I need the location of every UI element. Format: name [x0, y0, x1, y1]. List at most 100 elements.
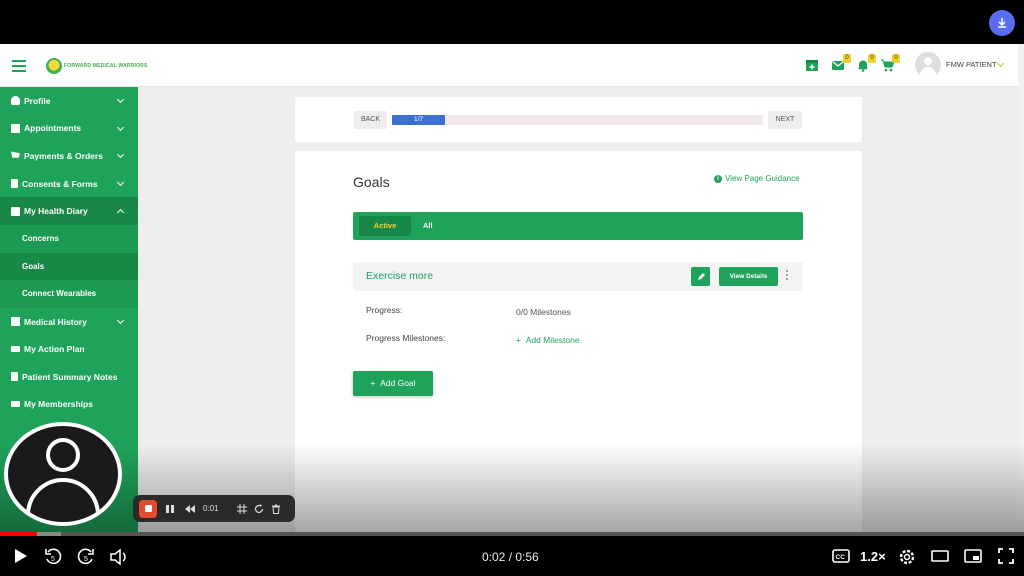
- chevron-down-icon: [116, 95, 125, 104]
- playback-speed[interactable]: 1.2×: [860, 549, 886, 564]
- replay-5-icon[interactable]: 5: [44, 548, 62, 566]
- clipboard-medical-icon: [11, 317, 20, 327]
- grid-icon[interactable]: [236, 503, 247, 514]
- theater-mode-icon[interactable]: [931, 548, 949, 564]
- page-title: Goals: [353, 174, 390, 190]
- volume-icon[interactable]: [109, 548, 129, 566]
- chevron-down-icon[interactable]: [996, 59, 1005, 68]
- trash-icon[interactable]: [271, 504, 281, 514]
- download-icon: [998, 18, 1006, 28]
- notifications-button[interactable]: 0: [856, 54, 876, 72]
- sidebar-item-label: Medical History: [24, 316, 87, 327]
- sidebar-item-medical-history[interactable]: Medical History: [0, 308, 138, 336]
- sidebar-item-label: Payments & Orders: [24, 150, 103, 161]
- chevron-down-icon: [116, 316, 125, 324]
- add-milestone-label: Add Milestone: [525, 335, 580, 345]
- sidebar-item-consents[interactable]: Consents & Forms: [0, 170, 138, 198]
- clipboard-icon: [11, 372, 18, 382]
- user-avatar[interactable]: [915, 52, 941, 78]
- cart-icon: [11, 151, 20, 158]
- sidebar-item-label: Patient Summary Notes: [22, 371, 118, 382]
- captions-icon[interactable]: CC: [832, 548, 850, 564]
- calendar-add-button[interactable]: [805, 58, 819, 72]
- hamburger-menu-icon[interactable]: [12, 60, 26, 72]
- sidebar-item-health-diary[interactable]: My Health Diary: [0, 197, 138, 225]
- add-milestone-button[interactable]: + Add Milestone: [516, 335, 580, 345]
- chevron-down-icon: [116, 178, 125, 186]
- edit-goal-button[interactable]: [691, 267, 710, 286]
- rewind-icon[interactable]: [184, 504, 196, 514]
- progress-value: 0/0 Milestones: [516, 307, 571, 317]
- video-top-bar: [0, 0, 1024, 44]
- webcam-bubble: [4, 422, 122, 526]
- sidebar-item-label: My Health Diary: [24, 206, 88, 217]
- chevron-down-icon: [116, 123, 125, 131]
- more-options-icon[interactable]: [786, 270, 789, 282]
- settings-gear-icon[interactable]: [898, 548, 916, 566]
- next-button[interactable]: NEXT: [768, 111, 802, 129]
- sidebar-item-label: Profile: [24, 95, 51, 106]
- avatar-body-icon: [26, 478, 100, 522]
- book-icon: [11, 206, 20, 216]
- view-guidance-link[interactable]: i View Page Guidance: [714, 174, 800, 183]
- document-icon: [11, 179, 18, 189]
- sidebar-item-appointments[interactable]: Appointments: [0, 115, 138, 143]
- cart-button[interactable]: 0: [880, 54, 900, 72]
- app-logo[interactable]: FORWARD MEDICAL WARRIORS: [46, 58, 148, 74]
- sidebar-subitem-concerns[interactable]: Concerns: [0, 224, 138, 253]
- svg-text:5: 5: [51, 556, 55, 563]
- goal-name[interactable]: Exercise more: [366, 270, 433, 282]
- pause-icon[interactable]: [165, 504, 175, 514]
- sidebar-item-label: Consents & Forms: [22, 178, 98, 189]
- play-icon[interactable]: [12, 548, 28, 564]
- calendar-icon: [11, 123, 20, 133]
- tab-active[interactable]: Active: [359, 216, 411, 236]
- progress-label: Progress:: [366, 305, 403, 315]
- download-button[interactable]: [989, 10, 1015, 36]
- add-goal-label: Add Goal: [380, 378, 416, 388]
- pencil-icon: [697, 272, 705, 280]
- list-icon: [11, 346, 20, 353]
- plus-icon: +: [370, 378, 381, 388]
- recorder-toolbar: 0:01: [133, 495, 295, 522]
- svg-text:CC: CC: [836, 554, 846, 561]
- guidance-label: View Page Guidance: [725, 174, 800, 183]
- view-details-button[interactable]: View Details: [719, 267, 778, 286]
- back-button[interactable]: BACK: [354, 111, 387, 129]
- restart-icon[interactable]: [254, 503, 264, 514]
- messages-badge: 0: [843, 54, 851, 63]
- notifications-badge: 0: [868, 54, 876, 63]
- wizard-card: BACK 1/7 NEXT: [295, 97, 862, 142]
- chevron-up-icon: [116, 209, 125, 217]
- user-name[interactable]: FMW PATIENT: [946, 60, 997, 69]
- sidebar-item-payments[interactable]: Payments & Orders: [0, 142, 138, 170]
- sidebar-subitem-goals[interactable]: Goals: [0, 252, 138, 281]
- video-player-frame: FORWARD MEDICAL WARRIORS 0 0 0 FMW PATIE…: [0, 0, 1024, 576]
- add-goal-button[interactable]: + Add Goal: [353, 371, 433, 396]
- messages-button[interactable]: 0: [831, 54, 851, 72]
- cart-badge: 0: [892, 54, 900, 63]
- miniplayer-icon[interactable]: [964, 548, 982, 564]
- goal-item: Exercise more View Details: [353, 262, 803, 291]
- sidebar-item-summary-notes[interactable]: Patient Summary Notes: [0, 363, 138, 391]
- sidebar-subitem-wearables[interactable]: Connect Wearables: [0, 280, 138, 308]
- sidebar-item-label: Concerns: [22, 234, 59, 244]
- sidebar-item-label: Appointments: [24, 123, 82, 134]
- forward-5-icon[interactable]: 5: [77, 548, 95, 566]
- milestones-label: Progress Milestones:: [366, 333, 446, 343]
- sidebar-item-memberships[interactable]: My Memberships: [0, 391, 138, 419]
- card-icon: [11, 401, 20, 408]
- recording-timer: 0:01: [203, 504, 219, 513]
- tab-all[interactable]: All: [423, 216, 433, 236]
- stop-recording-button[interactable]: [139, 499, 157, 518]
- sidebar-item-action-plan[interactable]: My Action Plan: [0, 335, 138, 363]
- sidebar-item-label: My Action Plan: [24, 344, 85, 355]
- plus-icon: +: [516, 335, 526, 345]
- chevron-down-icon: [116, 151, 125, 159]
- logo-text: FORWARD MEDICAL WARRIORS: [64, 63, 148, 69]
- fullscreen-icon[interactable]: [998, 548, 1014, 564]
- sidebar-item-label: My Memberships: [24, 399, 93, 410]
- sidebar-item-label: Connect Wearables: [22, 289, 97, 299]
- goals-tabs: Active All: [353, 212, 803, 240]
- sidebar-item-profile[interactable]: Profile: [0, 87, 138, 115]
